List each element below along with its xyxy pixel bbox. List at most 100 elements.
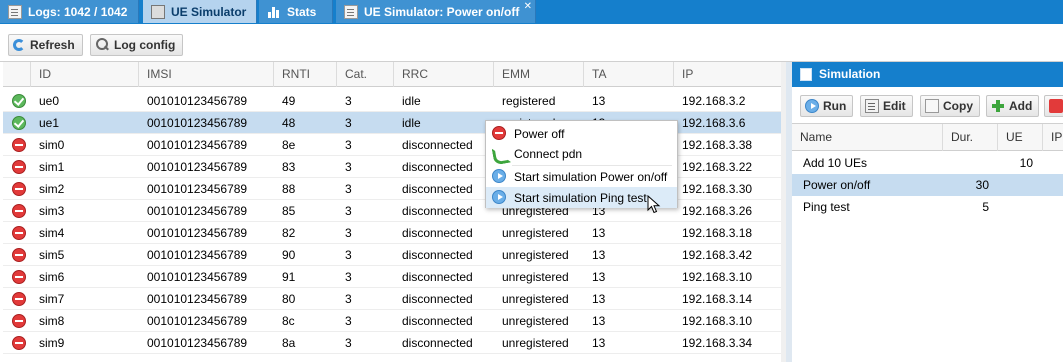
- column-header-ip[interactable]: IP: [1043, 124, 1063, 151]
- cell-ip: 192.168.3.26: [682, 204, 753, 218]
- column-header-name[interactable]: Name: [792, 124, 943, 151]
- cell-rnti: 91: [282, 270, 296, 284]
- column-header-id[interactable]: ID: [31, 62, 139, 87]
- cell-emm: registered: [502, 94, 556, 108]
- column-header-duration[interactable]: Dur.: [943, 124, 998, 151]
- list-item[interactable]: Add 10 UEs 10: [792, 152, 1063, 174]
- cell-ip: 192.168.3.38: [682, 138, 753, 152]
- tab-ue-simulator[interactable]: UE Simulator: [143, 0, 257, 23]
- cell-id: sim8: [39, 314, 65, 328]
- cell-emm: unregistered: [502, 270, 569, 284]
- ue-grid: ID IMSI RNTI Cat. RRC EMM TA IP ue0 00101…: [3, 62, 783, 362]
- column-header-ta[interactable]: TA: [584, 62, 674, 87]
- cell-imsi: 001010123456789: [147, 94, 248, 108]
- menu-item-connect-pdn[interactable]: Connect pdn: [486, 143, 677, 164]
- cell-ta: 13: [592, 292, 606, 306]
- stop-icon: [12, 314, 26, 328]
- column-header-rnti[interactable]: RNTI: [274, 62, 337, 87]
- list-item[interactable]: Power on/off 30: [792, 174, 1063, 196]
- menu-item-power-off[interactable]: Power off: [486, 123, 677, 144]
- column-header-rrc[interactable]: RRC: [394, 62, 494, 87]
- add-button[interactable]: Add: [986, 95, 1040, 117]
- cell-rrc: disconnected: [402, 138, 473, 152]
- cell-rnti: 8a: [282, 336, 296, 350]
- edit-button[interactable]: Edit: [860, 95, 913, 117]
- bar-chart-icon: [267, 5, 281, 19]
- cell-ip: 192.168.3.30: [682, 182, 753, 196]
- table-row[interactable]: sim4 001010123456789 82 3 disconnected unregi…: [3, 222, 783, 244]
- cell-id: sim1: [39, 160, 65, 174]
- table-row[interactable]: sim5 001010123456789 90 3 disconnected unregi…: [3, 244, 783, 266]
- cell-imsi: 001010123456789: [147, 160, 248, 174]
- cell-ue: [998, 196, 1033, 218]
- cell-rrc: disconnected: [402, 182, 473, 196]
- check-icon: [12, 94, 26, 108]
- list-item[interactable]: Ping test 5: [792, 196, 1063, 218]
- column-header-emm[interactable]: EMM: [494, 62, 584, 87]
- tab-label: UE Simulator: [171, 4, 247, 19]
- delete-icon: [1049, 99, 1063, 113]
- cell-imsi: 001010123456789: [147, 314, 248, 328]
- simulation-panel-title: Simulation: [819, 67, 881, 81]
- cell-imsi: 001010123456789: [147, 182, 248, 196]
- cell-imsi: 001010123456789: [147, 292, 248, 306]
- stop-icon: [12, 292, 26, 306]
- table-row[interactable]: sim6 001010123456789 91 3 disconnected unregi…: [3, 266, 783, 288]
- column-header-cat[interactable]: Cat.: [337, 62, 394, 87]
- copy-button[interactable]: Copy: [920, 95, 980, 117]
- cell-rrc: idle: [402, 116, 421, 130]
- cell-ta: 13: [592, 94, 606, 108]
- tab-ue-simulator-power[interactable]: UE Simulator: Power on/off ✕: [336, 0, 536, 23]
- tab-logs[interactable]: Logs: 1042 / 1042: [0, 0, 139, 23]
- menu-item-label: Power off: [514, 126, 565, 141]
- column-header-imsi[interactable]: IMSI: [139, 62, 274, 87]
- menu-item-start-power-on-off[interactable]: Start simulation Power on/off: [486, 166, 677, 187]
- cell-ta: 13: [592, 248, 606, 262]
- stop-icon: [12, 138, 26, 152]
- cell-id: sim6: [39, 270, 65, 284]
- cell-rrc: disconnected: [402, 204, 473, 218]
- play-icon: [805, 99, 819, 113]
- cell-imsi: 001010123456789: [147, 336, 248, 350]
- log-config-button[interactable]: Log config: [90, 34, 184, 56]
- cell-cat: 3: [345, 138, 352, 152]
- cell-name: Add 10 UEs: [803, 156, 868, 170]
- cell-rnti: 49: [282, 94, 296, 108]
- run-button[interactable]: Run: [800, 95, 854, 117]
- cell-ip: 192.168.3.22: [682, 160, 753, 174]
- column-header-ip[interactable]: IP: [674, 62, 783, 87]
- tab-stats[interactable]: Stats: [259, 0, 333, 23]
- cell-emm: unregistered: [502, 226, 569, 240]
- cell-ip: 192.168.3.10: [682, 314, 753, 328]
- close-icon[interactable]: ✕: [524, 1, 532, 12]
- cell-id: sim0: [39, 138, 65, 152]
- tab-bar: Logs: 1042 / 1042 UE Simulator Stats UE …: [0, 0, 1063, 24]
- cell-ip: 192.168.3.34: [682, 336, 753, 350]
- ue-grid-header: ID IMSI RNTI Cat. RRC EMM TA IP: [3, 62, 783, 87]
- cell-cat: 3: [345, 314, 352, 328]
- delete-button[interactable]: [1044, 95, 1063, 117]
- edit-icon: [865, 99, 879, 113]
- stop-icon: [12, 226, 26, 240]
- cell-ta: 13: [592, 270, 606, 284]
- column-header-status[interactable]: [3, 62, 31, 87]
- cell-emm: unregistered: [502, 336, 569, 350]
- cell-dur: 30: [975, 178, 989, 192]
- table-row[interactable]: sim8 001010123456789 8c 3 disconnected unregi…: [3, 310, 783, 332]
- stop-icon: [12, 248, 26, 262]
- cell-rrc: disconnected: [402, 160, 473, 174]
- table-row[interactable]: sim9 001010123456789 8a 3 disconnected unregi…: [3, 332, 783, 354]
- play-icon: [492, 190, 506, 204]
- stop-icon: [12, 204, 26, 218]
- table-row[interactable]: ue0 001010123456789 49 3 idle registered 13 192…: [3, 90, 783, 112]
- cell-cat: 3: [345, 204, 352, 218]
- add-label: Add: [1009, 99, 1033, 113]
- cell-rrc: disconnected: [402, 314, 473, 328]
- cell-dur: [943, 152, 989, 174]
- cell-imsi: 001010123456789: [147, 270, 248, 284]
- table-row[interactable]: sim7 001010123456789 80 3 disconnected unregi…: [3, 288, 783, 310]
- cell-rrc: disconnected: [402, 248, 473, 262]
- cell-cat: 3: [345, 160, 352, 174]
- column-header-ue[interactable]: UE: [998, 124, 1043, 151]
- refresh-button[interactable]: Refresh: [8, 34, 83, 56]
